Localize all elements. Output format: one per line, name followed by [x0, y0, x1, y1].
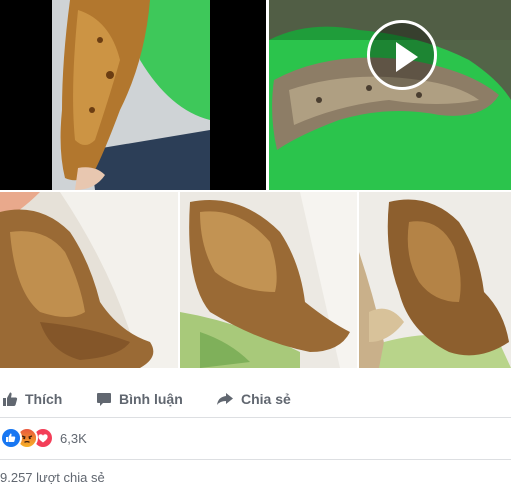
- post-photo-1[interactable]: [0, 0, 266, 190]
- thumbs-up-icon: [3, 392, 18, 406]
- comment-label: Bình luận: [119, 391, 183, 407]
- chicken-rice-image-2: [180, 192, 357, 368]
- reaction-count: 6,3K: [60, 430, 87, 446]
- comment-icon: [97, 393, 111, 406]
- post-action-bar: Thích Bình luận Chia sẻ: [0, 381, 511, 417]
- like-icon: [0, 427, 22, 449]
- comment-button[interactable]: Bình luận: [96, 381, 183, 417]
- share-label: Chia sẻ: [241, 391, 291, 407]
- divider: [0, 459, 511, 460]
- divider: [0, 417, 511, 418]
- like-label: Thích: [25, 391, 63, 407]
- reactions-summary[interactable]: 6,3K: [0, 427, 87, 449]
- play-button[interactable]: [367, 20, 437, 90]
- share-button[interactable]: Chia sẻ: [216, 381, 291, 417]
- share-icon: [217, 393, 233, 405]
- like-button[interactable]: Thích: [2, 381, 62, 417]
- post-photo-5[interactable]: [359, 192, 511, 368]
- share-count-link[interactable]: 9.257 lượt chia sẻ: [0, 470, 105, 485]
- post-photo-4[interactable]: [180, 192, 357, 368]
- play-icon: [396, 42, 418, 72]
- chicken-rice-image-1: [0, 192, 178, 368]
- chicken-rice-image-3: [359, 192, 511, 368]
- fried-chicken-image: [0, 0, 266, 190]
- post-video[interactable]: [269, 0, 511, 190]
- post-photo-3[interactable]: [0, 192, 178, 368]
